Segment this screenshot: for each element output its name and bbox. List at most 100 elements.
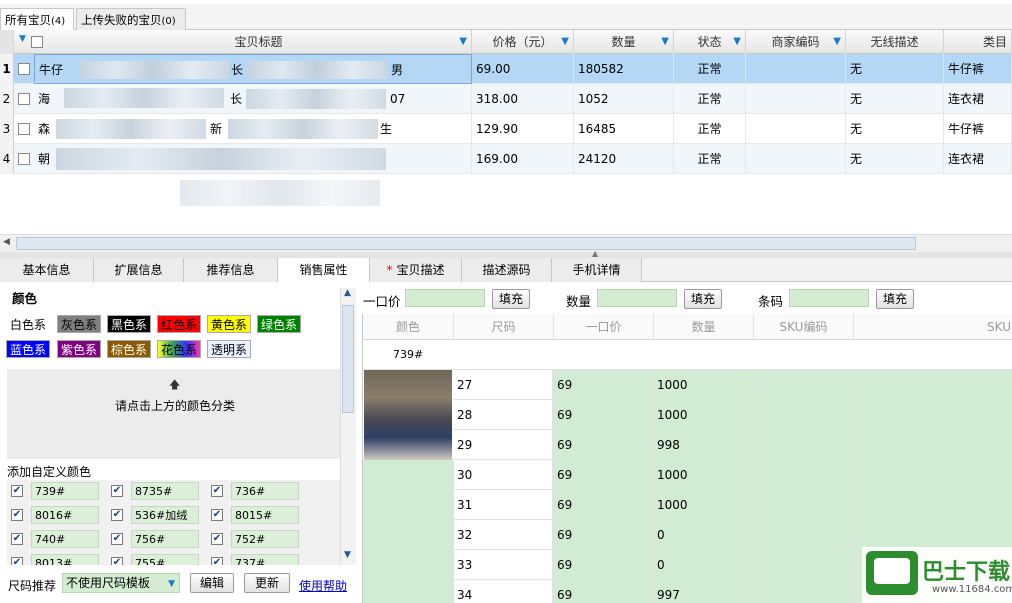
sku-extra-cell[interactable] <box>853 400 1012 430</box>
color-chip-brown[interactable]: 棕色系 <box>107 340 152 358</box>
sku-extra-cell[interactable] <box>853 370 1012 400</box>
color-chip-purple[interactable]: 紫色系 <box>57 340 102 358</box>
custom-color-input[interactable]: 8013# <box>31 554 99 565</box>
filter-icon[interactable]: ▼ <box>561 30 569 54</box>
table-row[interactable]: 4 朝 169.00 24120 正常 无 连衣裙 <box>0 144 1012 174</box>
table-row[interactable]: 32 69 0 <box>453 520 1012 550</box>
table-row[interactable]: 31 69 1000 <box>453 490 1012 520</box>
custom-color-input[interactable]: 756# <box>131 530 199 548</box>
cell-title[interactable]: 牛仔 长 男 <box>34 54 472 84</box>
fill-barcode-button[interactable]: 填充 <box>876 289 914 309</box>
cell-status[interactable]: 正常 <box>674 84 746 114</box>
sku-extra-cell[interactable] <box>853 460 1012 490</box>
cell-title[interactable]: 朝 <box>34 144 472 174</box>
custom-color-input[interactable]: 8735# <box>131 482 199 500</box>
cell-category[interactable]: 连衣裙 <box>944 144 1012 174</box>
tab-basic-info[interactable]: 基本信息 <box>0 258 94 282</box>
filter-icon[interactable]: ▼ <box>733 30 741 54</box>
splitter-grip-icon[interactable]: ▲ <box>592 249 598 258</box>
cell-status[interactable]: 正常 <box>674 114 746 144</box>
row-checkbox[interactable] <box>18 63 30 75</box>
custom-color-input[interactable]: 739# <box>31 482 99 500</box>
tab-all-items[interactable]: 所有宝贝(4) <box>0 8 74 30</box>
cell-quantity[interactable]: 1052 <box>574 84 674 114</box>
filter-icon[interactable]: ▼ <box>661 30 669 54</box>
cell-category[interactable]: 牛仔裤 <box>944 114 1012 144</box>
cell-price[interactable]: 169.00 <box>472 144 574 174</box>
tab-failed-items[interactable]: 上传失败的宝贝(0) <box>76 8 186 30</box>
barcode-input[interactable] <box>789 289 869 307</box>
cell-quantity[interactable]: 180582 <box>574 54 674 84</box>
cell-quantity[interactable]: 16485 <box>574 114 674 144</box>
cell-code[interactable] <box>746 84 846 114</box>
scrollbar-thumb[interactable] <box>342 305 354 413</box>
sku-price-cell[interactable]: 69 <box>553 550 653 580</box>
sku-code-cell[interactable] <box>753 370 853 400</box>
row-checkbox[interactable] <box>18 153 30 165</box>
sku-price-cell[interactable]: 69 <box>553 400 653 430</box>
custom-color-input[interactable]: 755# <box>131 554 199 565</box>
sku-price-cell[interactable]: 69 <box>553 490 653 520</box>
sku-code-cell[interactable] <box>753 520 853 550</box>
cell-category[interactable]: 牛仔裤 <box>944 54 1012 84</box>
sku-quantity-cell[interactable]: 1000 <box>653 370 753 400</box>
cell-price[interactable]: 318.00 <box>472 84 574 114</box>
cell-code[interactable] <box>746 54 846 84</box>
cell-code[interactable] <box>746 114 846 144</box>
custom-color-input[interactable]: 752# <box>231 530 299 548</box>
color-chip-transparent[interactable]: 透明系 <box>207 340 252 358</box>
color-chip-gray[interactable]: 灰色系 <box>57 315 102 333</box>
row-checkbox[interactable] <box>18 123 30 135</box>
scrollbar-thumb[interactable] <box>16 237 916 250</box>
fill-price-button[interactable]: 填充 <box>492 289 530 309</box>
table-row[interactable]: 2 海 长 07 318.00 1052 正常 无 连衣裙 <box>0 84 1012 114</box>
color-chip-white[interactable]: 白色系 <box>6 315 50 333</box>
custom-color-checkbox[interactable]: ✔ <box>11 485 23 497</box>
quantity-input[interactable] <box>597 289 677 307</box>
sort-arrow-icon[interactable]: ▼ <box>19 34 26 44</box>
sku-code-cell[interactable] <box>753 580 853 603</box>
tab-sales-attributes[interactable]: 销售属性 <box>278 258 370 283</box>
sku-code-cell[interactable] <box>753 490 853 520</box>
custom-color-input[interactable]: 536#加绒 <box>131 506 199 524</box>
cell-quantity[interactable]: 24120 <box>574 144 674 174</box>
update-button[interactable]: 更新 <box>244 573 290 593</box>
color-chip-red[interactable]: 红色系 <box>157 315 202 333</box>
cell-wireless[interactable]: 无 <box>846 114 944 144</box>
header-quantity[interactable]: 数量 ▼ <box>574 30 674 54</box>
sku-quantity-cell[interactable]: 998 <box>653 430 753 460</box>
table-row[interactable]: 28 69 1000 <box>453 400 1012 430</box>
custom-color-input[interactable]: 8016# <box>31 506 99 524</box>
scroll-left-icon[interactable]: ◀ <box>3 237 10 247</box>
sku-quantity-cell[interactable]: 997 <box>653 580 753 603</box>
cell-price[interactable]: 129.90 <box>472 114 574 144</box>
custom-color-input[interactable]: 737# <box>231 554 299 565</box>
sku-price-cell[interactable]: 69 <box>553 370 653 400</box>
color-chip-green[interactable]: 绿色系 <box>257 315 302 333</box>
custom-color-checkbox[interactable]: ✔ <box>111 485 123 497</box>
custom-color-checkbox[interactable]: ✔ <box>211 485 223 497</box>
cell-status[interactable]: 正常 <box>674 54 746 84</box>
custom-color-checkbox[interactable]: ✔ <box>111 533 123 545</box>
cell-wireless[interactable]: 无 <box>846 84 944 114</box>
sku-price-cell[interactable]: 69 <box>553 460 653 490</box>
select-all-checkbox[interactable] <box>31 36 43 48</box>
sku-code-cell[interactable] <box>753 460 853 490</box>
sku-code-cell[interactable] <box>753 550 853 580</box>
sku-code-cell[interactable] <box>753 430 853 460</box>
help-link[interactable]: 使用帮助 <box>299 577 347 594</box>
tab-recommend-info[interactable]: 推荐信息 <box>184 258 278 282</box>
custom-color-checkbox[interactable]: ✔ <box>211 557 223 565</box>
sku-price-cell[interactable]: 69 <box>553 580 653 603</box>
sku-quantity-cell[interactable]: 1000 <box>653 460 753 490</box>
custom-color-checkbox[interactable]: ✔ <box>11 509 23 521</box>
tab-extended-info[interactable]: 扩展信息 <box>94 258 184 282</box>
custom-color-checkbox[interactable]: ✔ <box>211 533 223 545</box>
custom-color-input[interactable]: 8015# <box>231 506 299 524</box>
sku-quantity-cell[interactable]: 1000 <box>653 490 753 520</box>
sku-code-cell[interactable] <box>753 400 853 430</box>
table-row[interactable]: 29 69 998 <box>453 430 1012 460</box>
cell-status[interactable]: 正常 <box>674 144 746 174</box>
sku-price-cell[interactable]: 69 <box>553 430 653 460</box>
custom-color-input[interactable]: 740# <box>31 530 99 548</box>
